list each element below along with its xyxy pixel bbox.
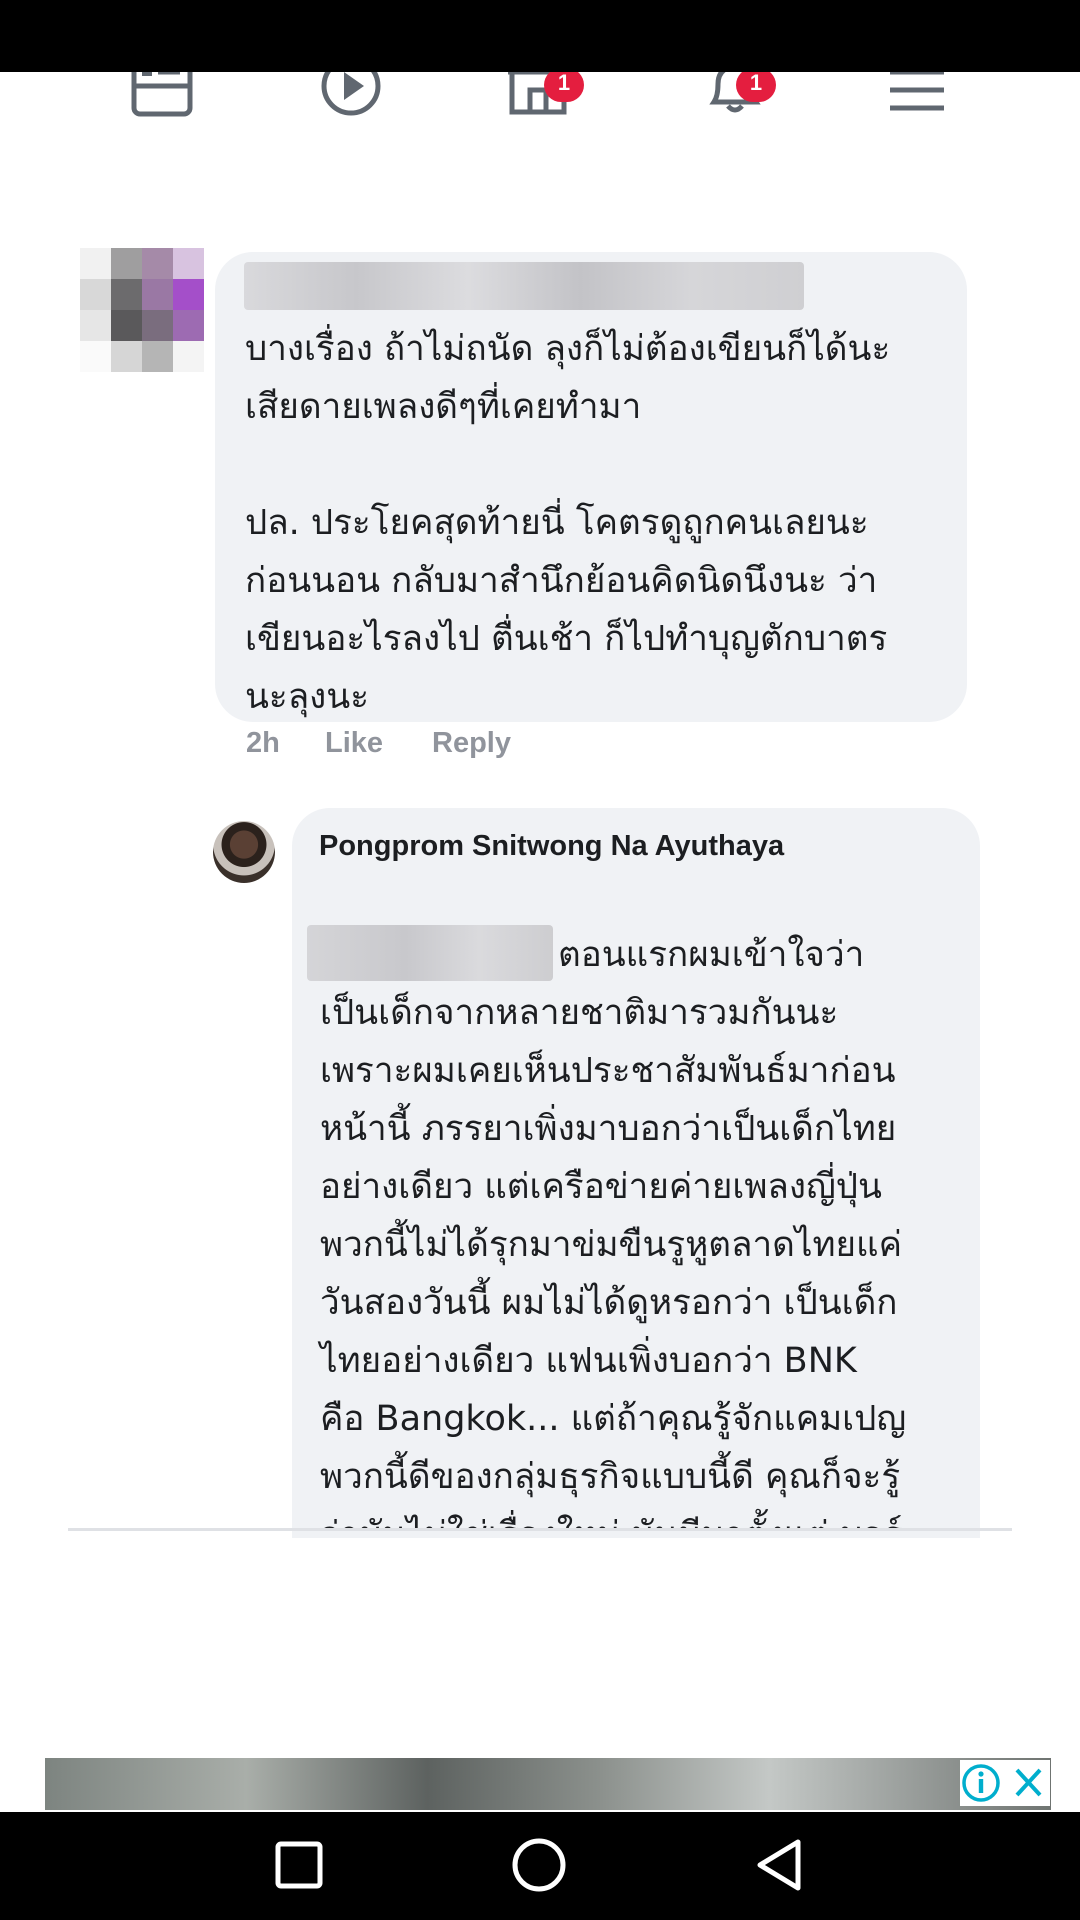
comment-text: บางเรื่อง ถ้าไม่ถนัด ลุงก็ไม่ต้องเขียนก็… — [245, 329, 891, 717]
reply-text: เป็นเด็กจากหลายชาติมารวมกันนะ เพราะผมเคย… — [320, 993, 907, 1530]
feed-icon[interactable] — [128, 72, 198, 142]
blurred-name — [244, 262, 804, 310]
home-circle-icon[interactable] — [512, 1838, 566, 1892]
notifications-badge: 1 — [736, 72, 776, 102]
comment-time: 2h — [246, 727, 280, 759]
video-play-icon[interactable] — [316, 72, 386, 142]
reply-button[interactable]: Reply — [432, 727, 511, 760]
info-icon[interactable] — [962, 1764, 1000, 1802]
facebook-nav-bar: 1 1 — [0, 72, 1080, 142]
blurred-mention — [307, 925, 553, 981]
marketplace-badge: 1 — [544, 72, 584, 102]
ad-banner[interactable] — [45, 1758, 1051, 1810]
avatar[interactable] — [213, 821, 275, 883]
screenshot-bottom-edge — [68, 1528, 1012, 1531]
comment-bubble: บางเรื่อง ถ้าไม่ถนัด ลุงก็ไม่ต้องเขียนก็… — [215, 252, 967, 722]
marketplace-icon[interactable]: 1 — [504, 72, 584, 142]
status-bar — [0, 0, 1080, 72]
back-triangle-icon[interactable] — [757, 1839, 801, 1891]
menu-icon[interactable] — [882, 72, 952, 142]
android-nav-bar — [0, 1812, 1080, 1920]
ad-choices — [960, 1760, 1050, 1806]
reply-text-area: ตอนแรกผมเข้าใจว่า เป็นเด็กจากหลายชาติมาร… — [292, 920, 980, 1530]
reply-text-first-line: ตอนแรกผมเข้าใจว่า — [558, 935, 865, 975]
recents-square-icon[interactable] — [275, 1841, 323, 1889]
close-icon[interactable] — [1015, 1768, 1042, 1797]
like-button[interactable]: Like — [325, 727, 383, 760]
notifications-bell-icon[interactable]: 1 — [700, 72, 776, 142]
avatar[interactable] — [80, 248, 204, 372]
comment-author[interactable]: Pongprom Snitwong Na Ayuthaya — [319, 830, 784, 863]
